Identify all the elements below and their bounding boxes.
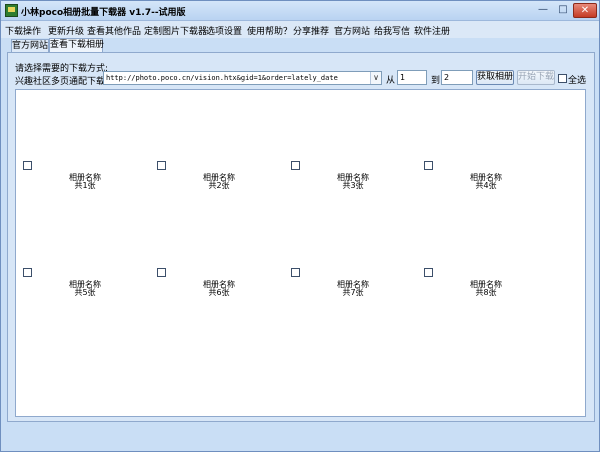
menu-options[interactable]: 选项设置: [206, 24, 242, 37]
menu-share[interactable]: 分享推荐: [293, 24, 329, 37]
menu-download[interactable]: 下载操作: [5, 24, 41, 37]
menu-other-works[interactable]: 查看其他作品: [87, 24, 141, 37]
select-all-label: 全选: [568, 76, 587, 86]
menu-official-site[interactable]: 官方网站: [334, 24, 370, 37]
tab-official-site[interactable]: 官方网站: [11, 39, 49, 53]
menu-help[interactable]: 使用帮助？: [247, 24, 292, 37]
download-method-label: 请选择需要的下载方式:: [15, 64, 109, 74]
start-download-button[interactable]: 开始下载: [517, 70, 555, 85]
maximize-button[interactable]: □: [553, 3, 573, 18]
get-albums-button[interactable]: 获取相册: [476, 70, 514, 85]
menu-custom-downloader[interactable]: 定制图片下载器: [144, 24, 207, 37]
album-count: 共6张: [208, 288, 230, 297]
url-combobox[interactable]: http://photo.poco.cn/vision.htx&gid=1&or…: [103, 71, 382, 85]
app-icon: [5, 4, 18, 17]
from-label: 从: [386, 76, 396, 86]
album-count: 共3张: [342, 181, 364, 190]
url-label: 兴趣社区多页通配下载:: [15, 77, 109, 87]
album-count: 共1张: [74, 181, 96, 190]
album-count: 共7张: [342, 288, 364, 297]
album-checkbox[interactable]: [424, 161, 433, 170]
album-checkbox[interactable]: [157, 161, 166, 170]
menu-write-letter[interactable]: 给我写信: [374, 24, 410, 37]
album-checkbox[interactable]: [291, 161, 300, 170]
album-checkbox[interactable]: [424, 268, 433, 277]
menu-register[interactable]: 软件注册: [414, 24, 450, 37]
album-count: 共5张: [74, 288, 96, 297]
menu-bar: 下载操作 更新升级 查看其他作品 定制图片下载器 选项设置 使用帮助？ 分享推荐…: [1, 21, 599, 38]
title-bar[interactable]: 小林poco相册批量下载器 v1.7--试用版 — □ ✕: [1, 1, 599, 21]
tab-view-albums[interactable]: 查看下载相册: [49, 38, 104, 53]
from-page-input[interactable]: 1: [397, 70, 427, 85]
album-count: 共8张: [475, 288, 497, 297]
album-checkbox[interactable]: [23, 268, 32, 277]
album-list: [15, 89, 586, 417]
select-all-checkbox[interactable]: [558, 74, 567, 83]
app-window: 小林poco相册批量下载器 v1.7--试用版 — □ ✕ 下载操作 更新升级 …: [0, 0, 600, 452]
chevron-down-icon[interactable]: ∨: [370, 72, 381, 84]
album-checkbox[interactable]: [291, 268, 300, 277]
to-label: 到: [431, 76, 441, 86]
close-button[interactable]: ✕: [573, 3, 597, 18]
album-checkbox[interactable]: [157, 268, 166, 277]
album-count: 共4张: [475, 181, 497, 190]
menu-update[interactable]: 更新升级: [48, 24, 84, 37]
album-count: 共2张: [208, 181, 230, 190]
album-checkbox[interactable]: [23, 161, 32, 170]
to-page-input[interactable]: 2: [441, 70, 473, 85]
window-title: 小林poco相册批量下载器 v1.7--试用版: [21, 8, 186, 18]
minimize-button[interactable]: —: [533, 3, 553, 18]
